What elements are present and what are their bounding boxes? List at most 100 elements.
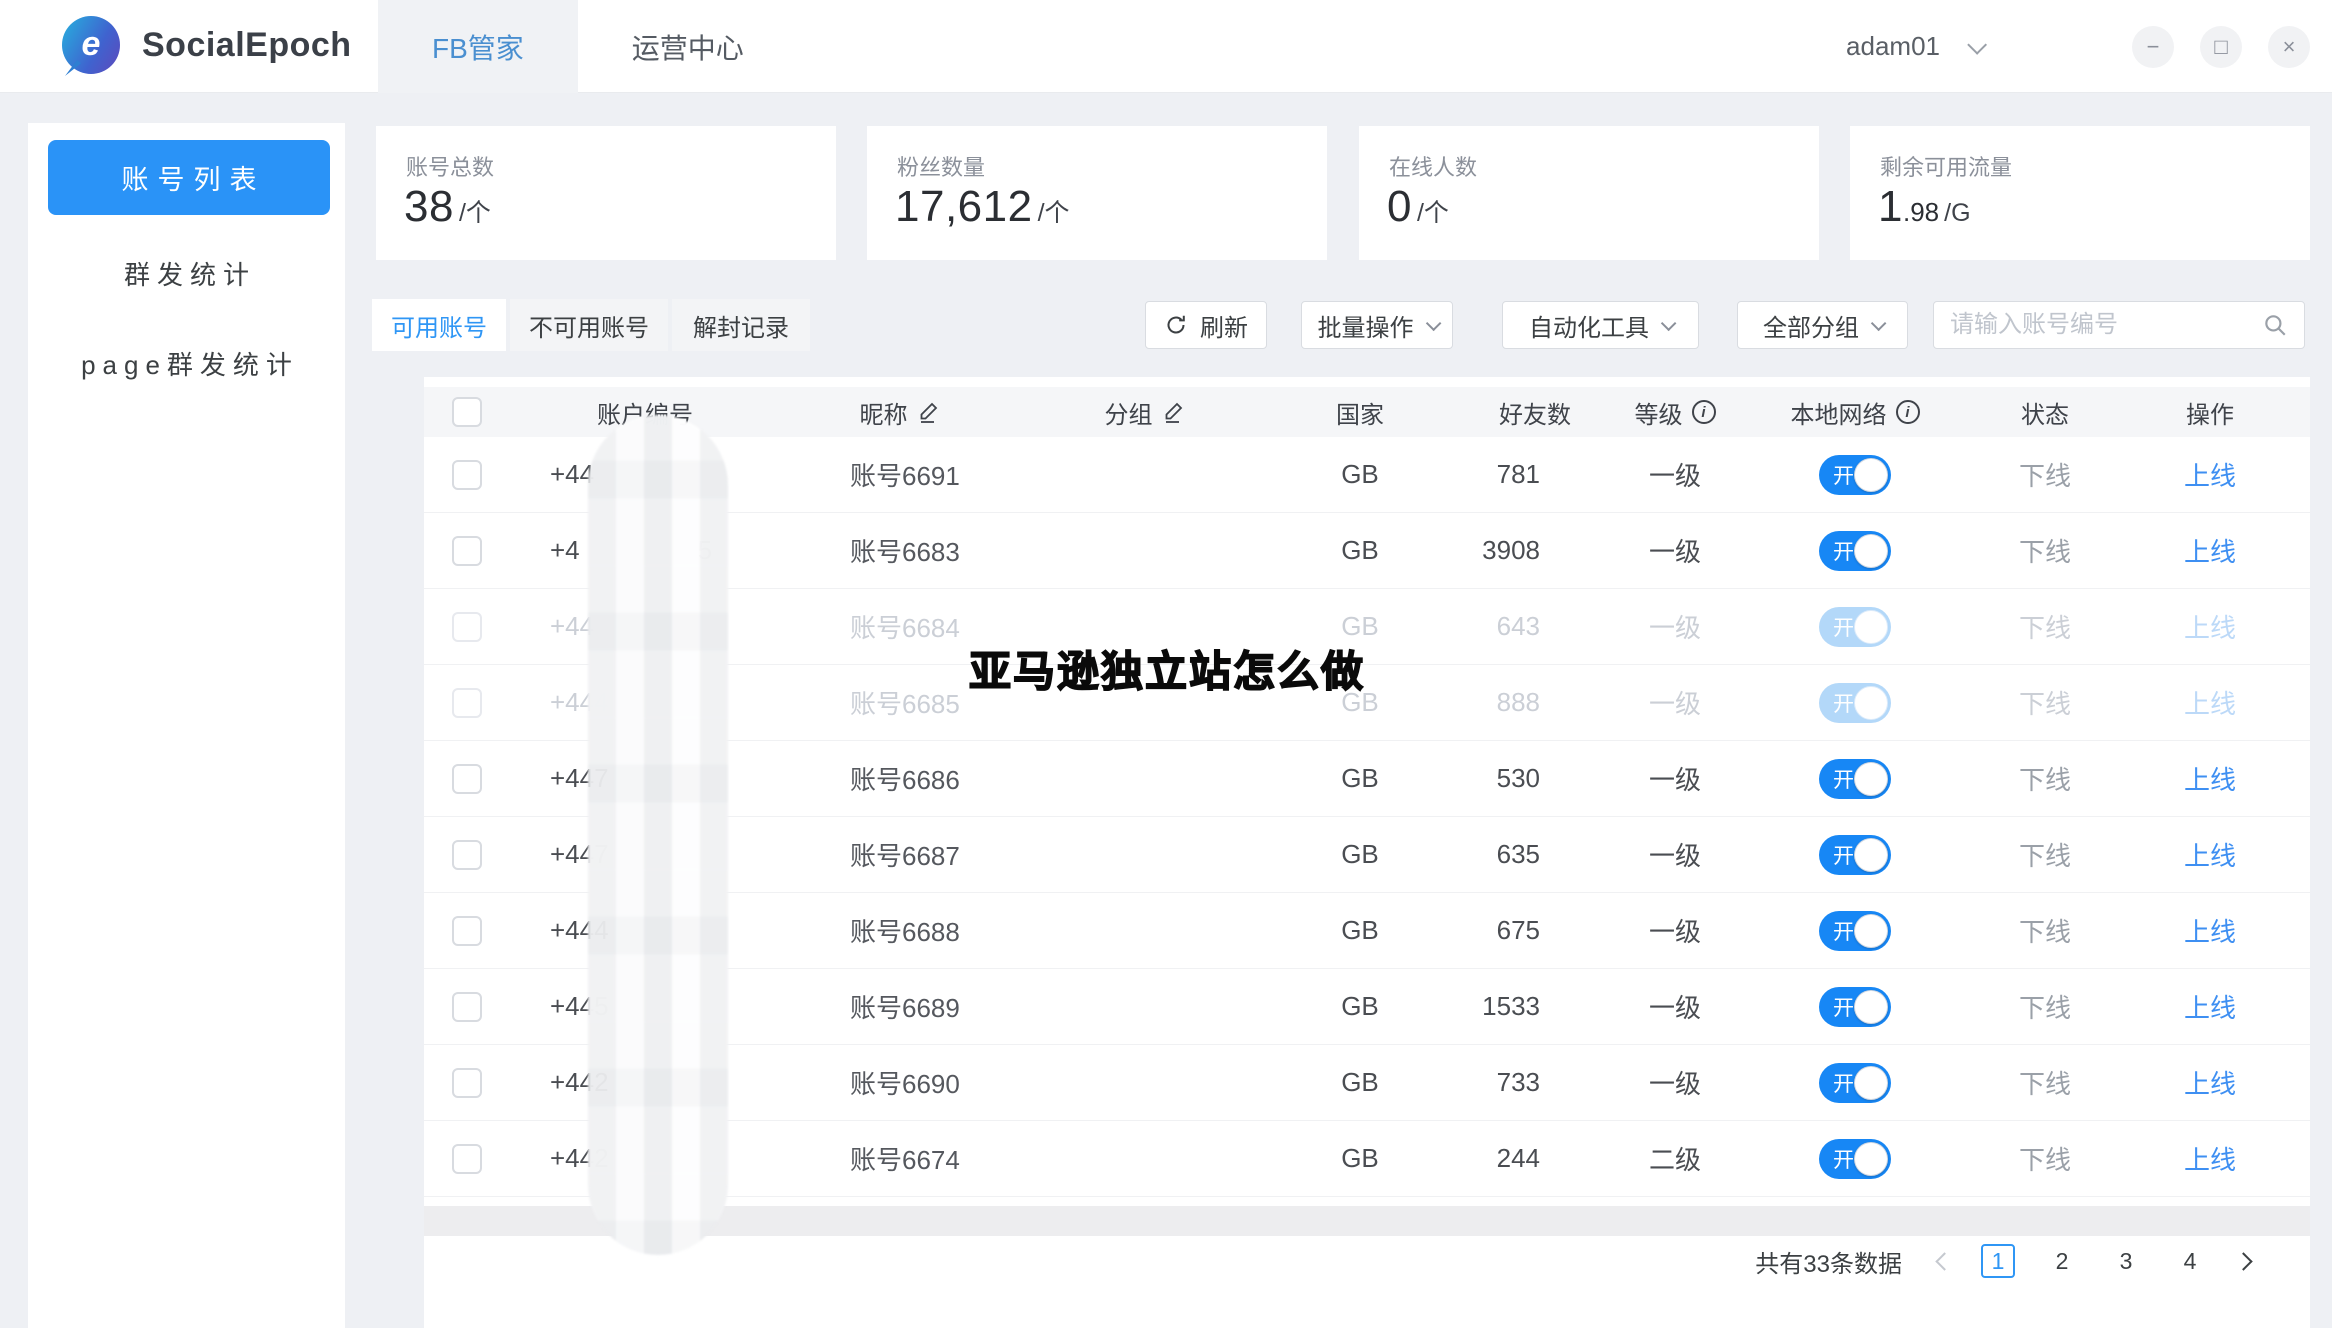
level-cell: 一级 — [1620, 532, 1730, 569]
toggle-knob — [1854, 610, 1888, 644]
automation-tools-label: 自动化工具 — [1529, 308, 1649, 343]
search-input[interactable] — [1950, 311, 2262, 339]
page-1-button[interactable]: 1 — [1981, 1244, 2015, 1278]
local-network-toggle[interactable]: 开 — [1819, 759, 1891, 799]
level-cell: 一级 — [1620, 760, 1730, 797]
tab-unavailable-accounts[interactable]: 不可用账号 — [510, 299, 668, 351]
tab-operation-center[interactable]: 运营中心 — [578, 0, 798, 93]
local-network-toggle[interactable]: 开 — [1819, 1139, 1891, 1179]
brand-logo-icon: e — [62, 16, 120, 74]
sidebar-item-mass-send-stats[interactable]: 群发统计 — [28, 255, 345, 292]
tab-available-accounts[interactable]: 可用账号 — [372, 299, 506, 351]
friends-count-cell: 3908 — [1450, 535, 1620, 566]
row-checkbox[interactable] — [452, 1144, 482, 1174]
next-page-button[interactable] — [2234, 1252, 2252, 1270]
col-level: 等级i — [1620, 395, 1730, 430]
sidebar-item-page-mass-send-stats[interactable]: page群发统计 — [28, 345, 345, 382]
close-button[interactable]: × — [2268, 26, 2310, 68]
redaction-blur-band — [588, 415, 728, 1255]
go-online-link[interactable]: 上线 — [2184, 456, 2236, 493]
stat-label: 账号总数 — [406, 150, 494, 182]
all-groups-dropdown[interactable]: 全部分组 — [1737, 301, 1908, 349]
friends-count-cell: 888 — [1450, 687, 1620, 718]
go-online-link[interactable]: 上线 — [2184, 608, 2236, 645]
row-checkbox[interactable] — [452, 840, 482, 870]
toggle-knob — [1854, 762, 1888, 796]
status-cell: 下线 — [1980, 684, 2110, 721]
row-checkbox[interactable] — [452, 536, 482, 566]
sidebar: 账号列表 群发统计 page群发统计 — [28, 123, 345, 1328]
status-cell: 下线 — [1980, 1064, 2110, 1101]
prev-page-button[interactable] — [1935, 1252, 1953, 1270]
batch-actions-dropdown[interactable]: 批量操作 — [1301, 301, 1453, 349]
stat-label: 剩余可用流量 — [1880, 150, 2012, 182]
toggle-knob — [1854, 990, 1888, 1024]
chevron-down-icon — [1661, 315, 1677, 331]
local-network-toggle[interactable]: 开 — [1819, 683, 1891, 723]
row-checkbox[interactable] — [452, 992, 482, 1022]
local-network-toggle[interactable]: 开 — [1819, 835, 1891, 875]
automation-tools-dropdown[interactable]: 自动化工具 — [1502, 301, 1699, 349]
toggle-knob — [1854, 838, 1888, 872]
page-3-button[interactable]: 3 — [2109, 1244, 2143, 1278]
go-online-link[interactable]: 上线 — [2184, 1064, 2236, 1101]
local-network-toggle[interactable]: 开 — [1819, 455, 1891, 495]
toggle-knob — [1854, 1142, 1888, 1176]
edit-icon[interactable] — [917, 400, 941, 424]
edit-icon[interactable] — [1162, 400, 1186, 424]
maximize-button[interactable]: □ — [2200, 26, 2242, 68]
stat-card-total-accounts: 账号总数 38/个 — [376, 126, 836, 260]
nickname-cell: 账号6687 — [780, 836, 1020, 873]
row-checkbox[interactable] — [452, 612, 482, 642]
local-network-toggle[interactable]: 开 — [1819, 1063, 1891, 1103]
page-4-button[interactable]: 4 — [2173, 1244, 2207, 1278]
table-header-row: 账户编号 昵称 分组 国家 好友数 等级i 本地网络i 状态 操作 — [424, 387, 2310, 437]
info-icon[interactable]: i — [1692, 400, 1716, 424]
search-icon[interactable] — [2262, 312, 2288, 338]
go-online-link[interactable]: 上线 — [2184, 836, 2236, 873]
country-cell: GB — [1270, 991, 1450, 1022]
watermark-text: 亚马逊独立站怎么做 — [969, 638, 1365, 699]
user-menu[interactable]: adam01 — [1846, 0, 1982, 93]
row-checkbox[interactable] — [452, 916, 482, 946]
row-checkbox[interactable] — [452, 460, 482, 490]
go-online-link[interactable]: 上线 — [2184, 1140, 2236, 1177]
select-all-checkbox[interactable] — [452, 397, 482, 427]
col-status: 状态 — [1980, 395, 2110, 430]
go-online-link[interactable]: 上线 — [2184, 684, 2236, 721]
batch-actions-label: 批量操作 — [1318, 308, 1414, 343]
friends-count-cell: 244 — [1450, 1143, 1620, 1174]
col-friends: 好友数 — [1450, 395, 1620, 430]
status-cell: 下线 — [1980, 1140, 2110, 1177]
go-online-link[interactable]: 上线 — [2184, 760, 2236, 797]
minimize-button[interactable]: − — [2132, 26, 2174, 68]
row-checkbox[interactable] — [452, 688, 482, 718]
status-cell: 下线 — [1980, 532, 2110, 569]
friends-count-cell: 781 — [1450, 459, 1620, 490]
local-network-toggle[interactable]: 开 — [1819, 607, 1891, 647]
level-cell: 一级 — [1620, 456, 1730, 493]
local-network-toggle[interactable]: 开 — [1819, 911, 1891, 951]
local-network-toggle[interactable]: 开 — [1819, 987, 1891, 1027]
refresh-button[interactable]: 刷新 — [1145, 301, 1267, 349]
go-online-link[interactable]: 上线 — [2184, 532, 2236, 569]
row-checkbox[interactable] — [452, 764, 482, 794]
go-online-link[interactable]: 上线 — [2184, 988, 2236, 1025]
page-2-button[interactable]: 2 — [2045, 1244, 2079, 1278]
chevron-down-icon — [1967, 34, 1987, 54]
row-checkbox[interactable] — [452, 1068, 482, 1098]
col-action: 操作 — [2110, 395, 2310, 430]
go-online-link[interactable]: 上线 — [2184, 912, 2236, 949]
local-network-toggle[interactable]: 开 — [1819, 531, 1891, 571]
account-search — [1933, 301, 2305, 349]
total-count-label: 共有33条数据 — [1755, 1244, 1902, 1279]
nickname-cell: 账号6691 — [780, 456, 1020, 493]
tab-unban-records[interactable]: 解封记录 — [672, 299, 810, 351]
sidebar-item-account-list[interactable]: 账号列表 — [48, 140, 330, 215]
country-cell: GB — [1270, 915, 1450, 946]
tab-fb-manager[interactable]: FB管家 — [378, 0, 578, 93]
stat-label: 粉丝数量 — [897, 150, 985, 182]
stat-label: 在线人数 — [1389, 150, 1477, 182]
info-icon[interactable]: i — [1896, 400, 1920, 424]
refresh-icon — [1164, 313, 1188, 337]
